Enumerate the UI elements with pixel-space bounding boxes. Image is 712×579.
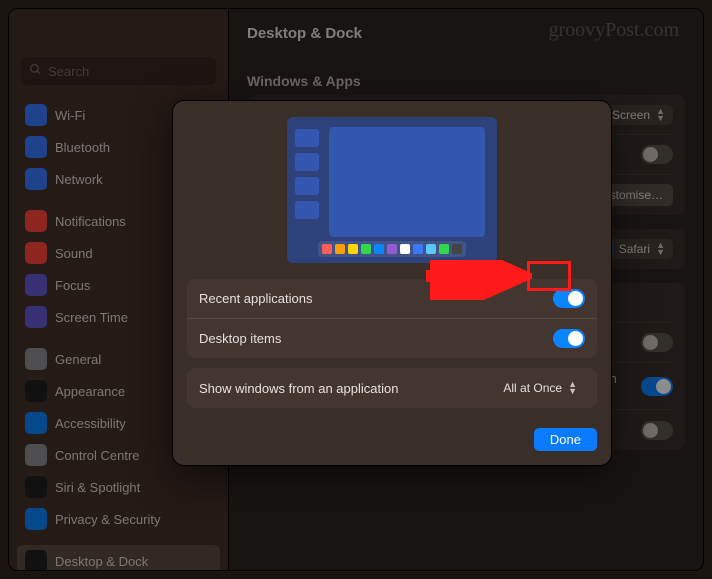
settings-window: Search Wi-FiBluetoothNetworkNotification…: [8, 8, 704, 571]
mission-control-preview: [287, 117, 497, 263]
sheet-card-2: Show windows from an application All at …: [187, 368, 597, 408]
highlight-box: [527, 261, 571, 291]
row-show-windows: Show windows from an application All at …: [187, 368, 597, 408]
done-button[interactable]: Done: [534, 428, 597, 451]
toggle-desktop-items[interactable]: [553, 329, 585, 348]
toggle-recent-apps[interactable]: [553, 289, 585, 308]
arrow-icon: [422, 260, 532, 300]
row-desktop-items: Desktop items: [187, 319, 597, 358]
chevron-updown-icon: ▲▼: [568, 381, 577, 395]
show-windows-select[interactable]: All at Once ▲▼: [495, 378, 585, 398]
